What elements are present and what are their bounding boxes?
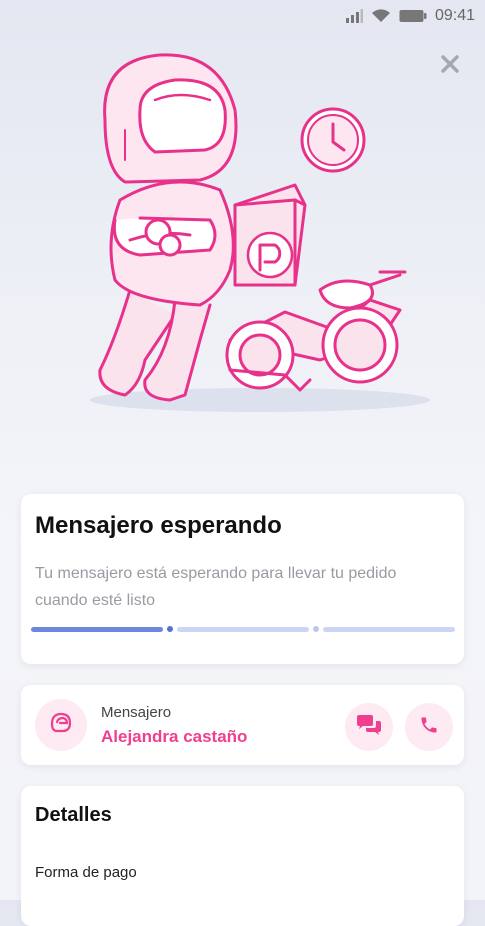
phone-icon [419,715,439,740]
avatar [35,699,87,751]
progress-step-dot [313,626,319,632]
courier-label: Mensajero [101,704,172,721]
close-icon [440,54,460,79]
progress-segment-1 [31,627,163,632]
courier-name: Alejandra castaño [101,727,248,746]
close-button[interactable] [436,52,464,80]
status-description: Tu mensajero está esperando para llevar … [35,565,397,609]
status-title: Mensajero esperando [35,512,282,539]
battery-icon [399,9,427,23]
order-status-card: Mensajero esperando Tu mensajero está es… [21,494,464,664]
progress-segment-3 [323,627,455,632]
status-bar: 09:41 [0,0,485,32]
helmet-icon [48,710,74,741]
chat-button[interactable] [345,703,393,751]
progress-step-dot [167,626,173,632]
status-time: 09:41 [434,7,475,24]
progress-segment-2 [177,627,309,632]
payment-method-label: Forma de pago [35,864,137,881]
delivery-progress-bar [31,626,455,632]
details-card: Detalles Forma de pago [21,786,464,926]
chat-icon [355,714,383,741]
wifi-icon [371,9,391,23]
call-button[interactable] [405,703,453,751]
courier-card: Mensajero Alejandra castaño [21,685,464,765]
details-title: Detalles [35,804,112,826]
signal-icon [345,9,363,23]
courier-waiting-illustration [70,40,430,420]
